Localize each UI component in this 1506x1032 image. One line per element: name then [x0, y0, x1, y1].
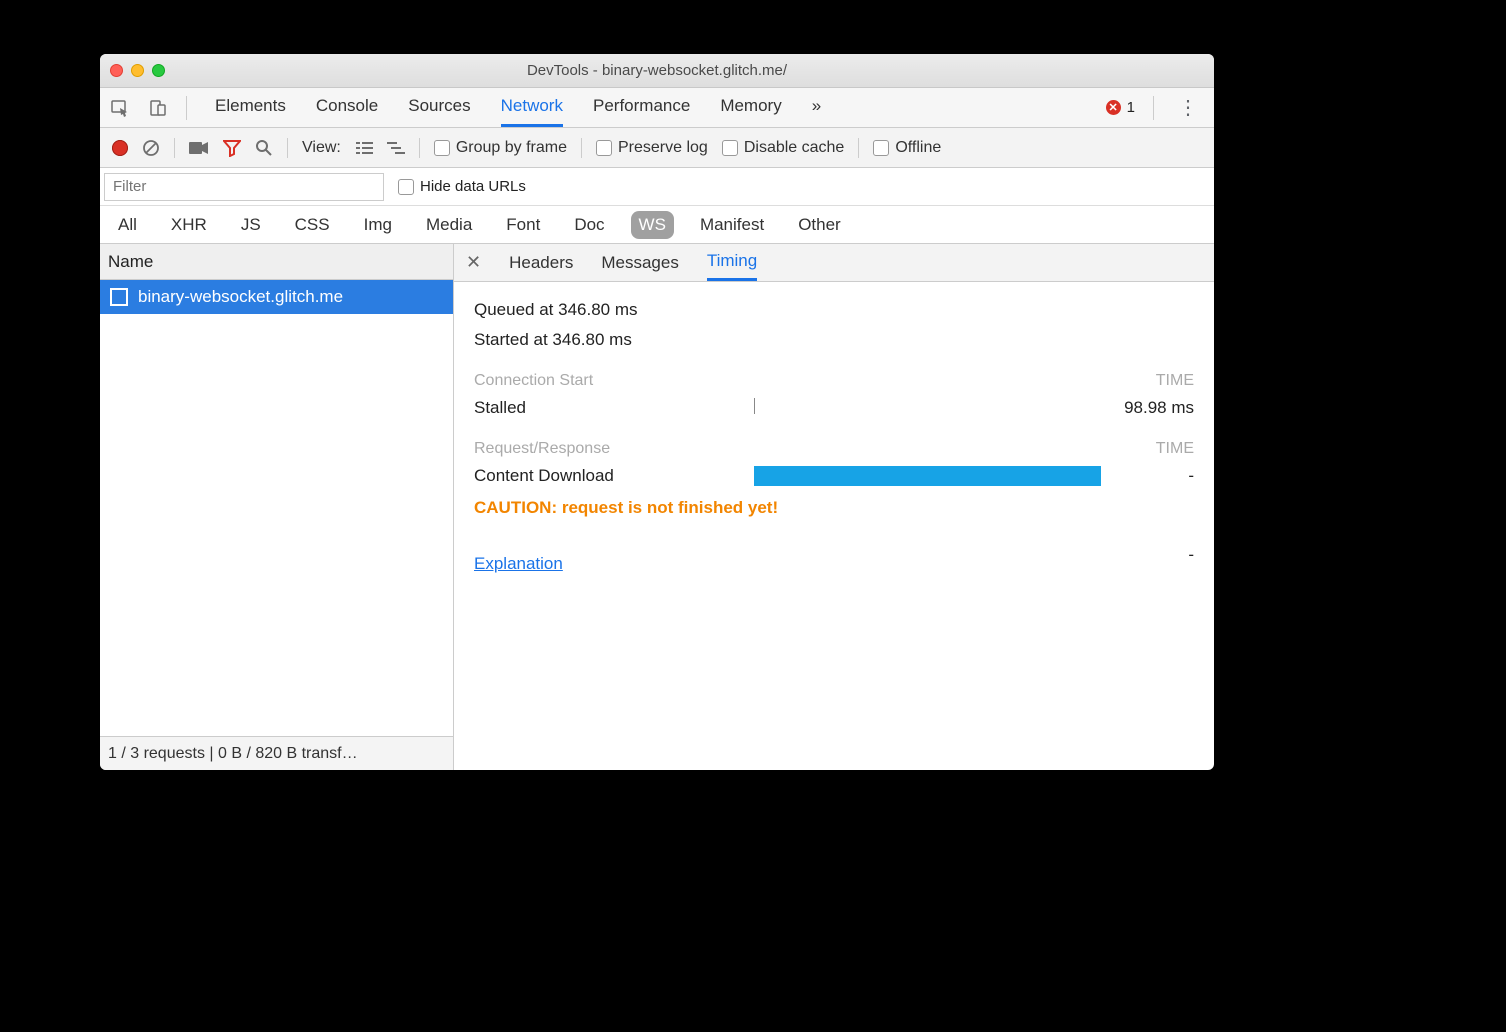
separator: [186, 96, 187, 120]
window-titlebar: DevTools - binary-websocket.glitch.me/: [100, 54, 1214, 88]
request-row[interactable]: binary-websocket.glitch.me: [100, 280, 453, 314]
window-title: DevTools - binary-websocket.glitch.me/: [100, 62, 1214, 79]
tabs-overflow[interactable]: »: [812, 88, 821, 127]
caution-text: CAUTION: request is not finished yet!: [474, 498, 1194, 518]
time-header-1: TIME: [1156, 372, 1194, 390]
panel-tabs: Elements Console Sources Network Perform…: [215, 88, 821, 127]
search-icon[interactable]: [255, 139, 273, 157]
content-download-bar: [754, 466, 1101, 486]
tab-performance[interactable]: Performance: [593, 88, 690, 127]
detail-tab-messages[interactable]: Messages: [601, 246, 678, 280]
filter-input[interactable]: [104, 173, 384, 201]
clear-icon[interactable]: [142, 139, 160, 157]
type-manifest[interactable]: Manifest: [692, 211, 772, 239]
tab-sources[interactable]: Sources: [408, 88, 470, 127]
websocket-icon: [110, 288, 128, 306]
type-doc[interactable]: Doc: [566, 211, 612, 239]
type-ws[interactable]: WS: [631, 211, 674, 239]
close-window-button[interactable]: [110, 64, 123, 77]
offline-checkbox[interactable]: Offline: [873, 139, 941, 157]
tab-console[interactable]: Console: [316, 88, 378, 127]
traffic-lights: [110, 64, 165, 77]
error-icon: ✕: [1106, 100, 1121, 115]
type-img[interactable]: Img: [356, 211, 400, 239]
detail-tab-headers[interactable]: Headers: [509, 246, 573, 280]
preserve-log-checkbox[interactable]: Preserve log: [596, 139, 708, 157]
connection-start-header: Connection Start TIME: [474, 372, 1194, 390]
preserve-log-label: Preserve log: [618, 139, 708, 157]
content-download-row: Content Download -: [474, 466, 1194, 486]
stalled-value: 98.98 ms: [1124, 398, 1194, 418]
detail-tab-timing[interactable]: Timing: [707, 244, 757, 281]
hide-data-urls-checkbox[interactable]: Hide data URLs: [398, 178, 526, 195]
request-response-header: Request/Response TIME: [474, 440, 1194, 458]
minimize-window-button[interactable]: [131, 64, 144, 77]
camera-icon[interactable]: [189, 141, 209, 155]
type-font[interactable]: Font: [498, 211, 548, 239]
content-area: Name binary-websocket.glitch.me 1 / 3 re…: [100, 244, 1214, 770]
group-by-frame-label: Group by frame: [456, 139, 567, 157]
type-xhr[interactable]: XHR: [163, 211, 215, 239]
disable-cache-label: Disable cache: [744, 139, 845, 157]
queued-at: Queued at 346.80 ms: [474, 300, 1194, 320]
content-download-label: Content Download: [474, 466, 754, 486]
inspect-element-icon[interactable]: [110, 98, 130, 118]
panel-tabbar: Elements Console Sources Network Perform…: [100, 88, 1214, 128]
detail-panel: ✕ Headers Messages Timing Queued at 346.…: [454, 244, 1214, 770]
content-download-value: -: [1188, 466, 1194, 486]
disable-cache-checkbox[interactable]: Disable cache: [722, 139, 845, 157]
type-media[interactable]: Media: [418, 211, 480, 239]
more-menu-icon[interactable]: ⋮: [1172, 95, 1204, 120]
offline-label: Offline: [895, 139, 941, 157]
close-detail-icon[interactable]: ✕: [466, 252, 481, 273]
tab-network[interactable]: Network: [501, 88, 563, 127]
request-list: binary-websocket.glitch.me: [100, 280, 453, 736]
tab-elements[interactable]: Elements: [215, 88, 286, 127]
explanation-row: Explanation -: [474, 536, 1194, 574]
type-js[interactable]: JS: [233, 211, 269, 239]
error-indicator[interactable]: ✕ 1: [1106, 99, 1135, 116]
status-summary: 1 / 3 requests | 0 B / 820 B transf…: [100, 736, 453, 770]
connection-start-label: Connection Start: [474, 372, 593, 390]
name-column-header[interactable]: Name: [100, 244, 453, 280]
request-list-column: Name binary-websocket.glitch.me 1 / 3 re…: [100, 244, 454, 770]
network-toolbar: View: Group by frame Preserve log Disabl…: [100, 128, 1214, 168]
request-name: binary-websocket.glitch.me: [138, 287, 343, 307]
filter-icon[interactable]: [223, 139, 241, 157]
stalled-label: Stalled: [474, 398, 754, 418]
hide-data-urls-label: Hide data URLs: [420, 178, 526, 195]
device-toggle-icon[interactable]: [148, 98, 168, 118]
large-rows-icon[interactable]: [355, 141, 373, 155]
separator: [1153, 96, 1154, 120]
zoom-window-button[interactable]: [152, 64, 165, 77]
stalled-row: Stalled 98.98 ms: [474, 398, 1194, 418]
type-filter-bar: All XHR JS CSS Img Media Font Doc WS Man…: [100, 206, 1214, 244]
group-by-frame-checkbox[interactable]: Group by frame: [434, 139, 567, 157]
error-count: 1: [1127, 99, 1135, 116]
type-other[interactable]: Other: [790, 211, 849, 239]
filter-bar: Hide data URLs: [100, 168, 1214, 206]
type-all[interactable]: All: [110, 211, 145, 239]
started-at: Started at 346.80 ms: [474, 330, 1194, 350]
explanation-value: -: [1188, 545, 1194, 565]
detail-tabs: ✕ Headers Messages Timing: [454, 244, 1214, 282]
request-response-label: Request/Response: [474, 440, 610, 458]
type-css[interactable]: CSS: [287, 211, 338, 239]
view-label: View:: [302, 139, 341, 157]
waterfall-view-icon[interactable]: [387, 141, 405, 155]
explanation-link[interactable]: Explanation: [474, 554, 563, 574]
devtools-window: DevTools - binary-websocket.glitch.me/ E…: [100, 54, 1214, 770]
record-button[interactable]: [112, 140, 128, 156]
timing-body: Queued at 346.80 ms Started at 346.80 ms…: [454, 282, 1214, 770]
tab-memory[interactable]: Memory: [720, 88, 781, 127]
time-header-2: TIME: [1156, 440, 1194, 458]
